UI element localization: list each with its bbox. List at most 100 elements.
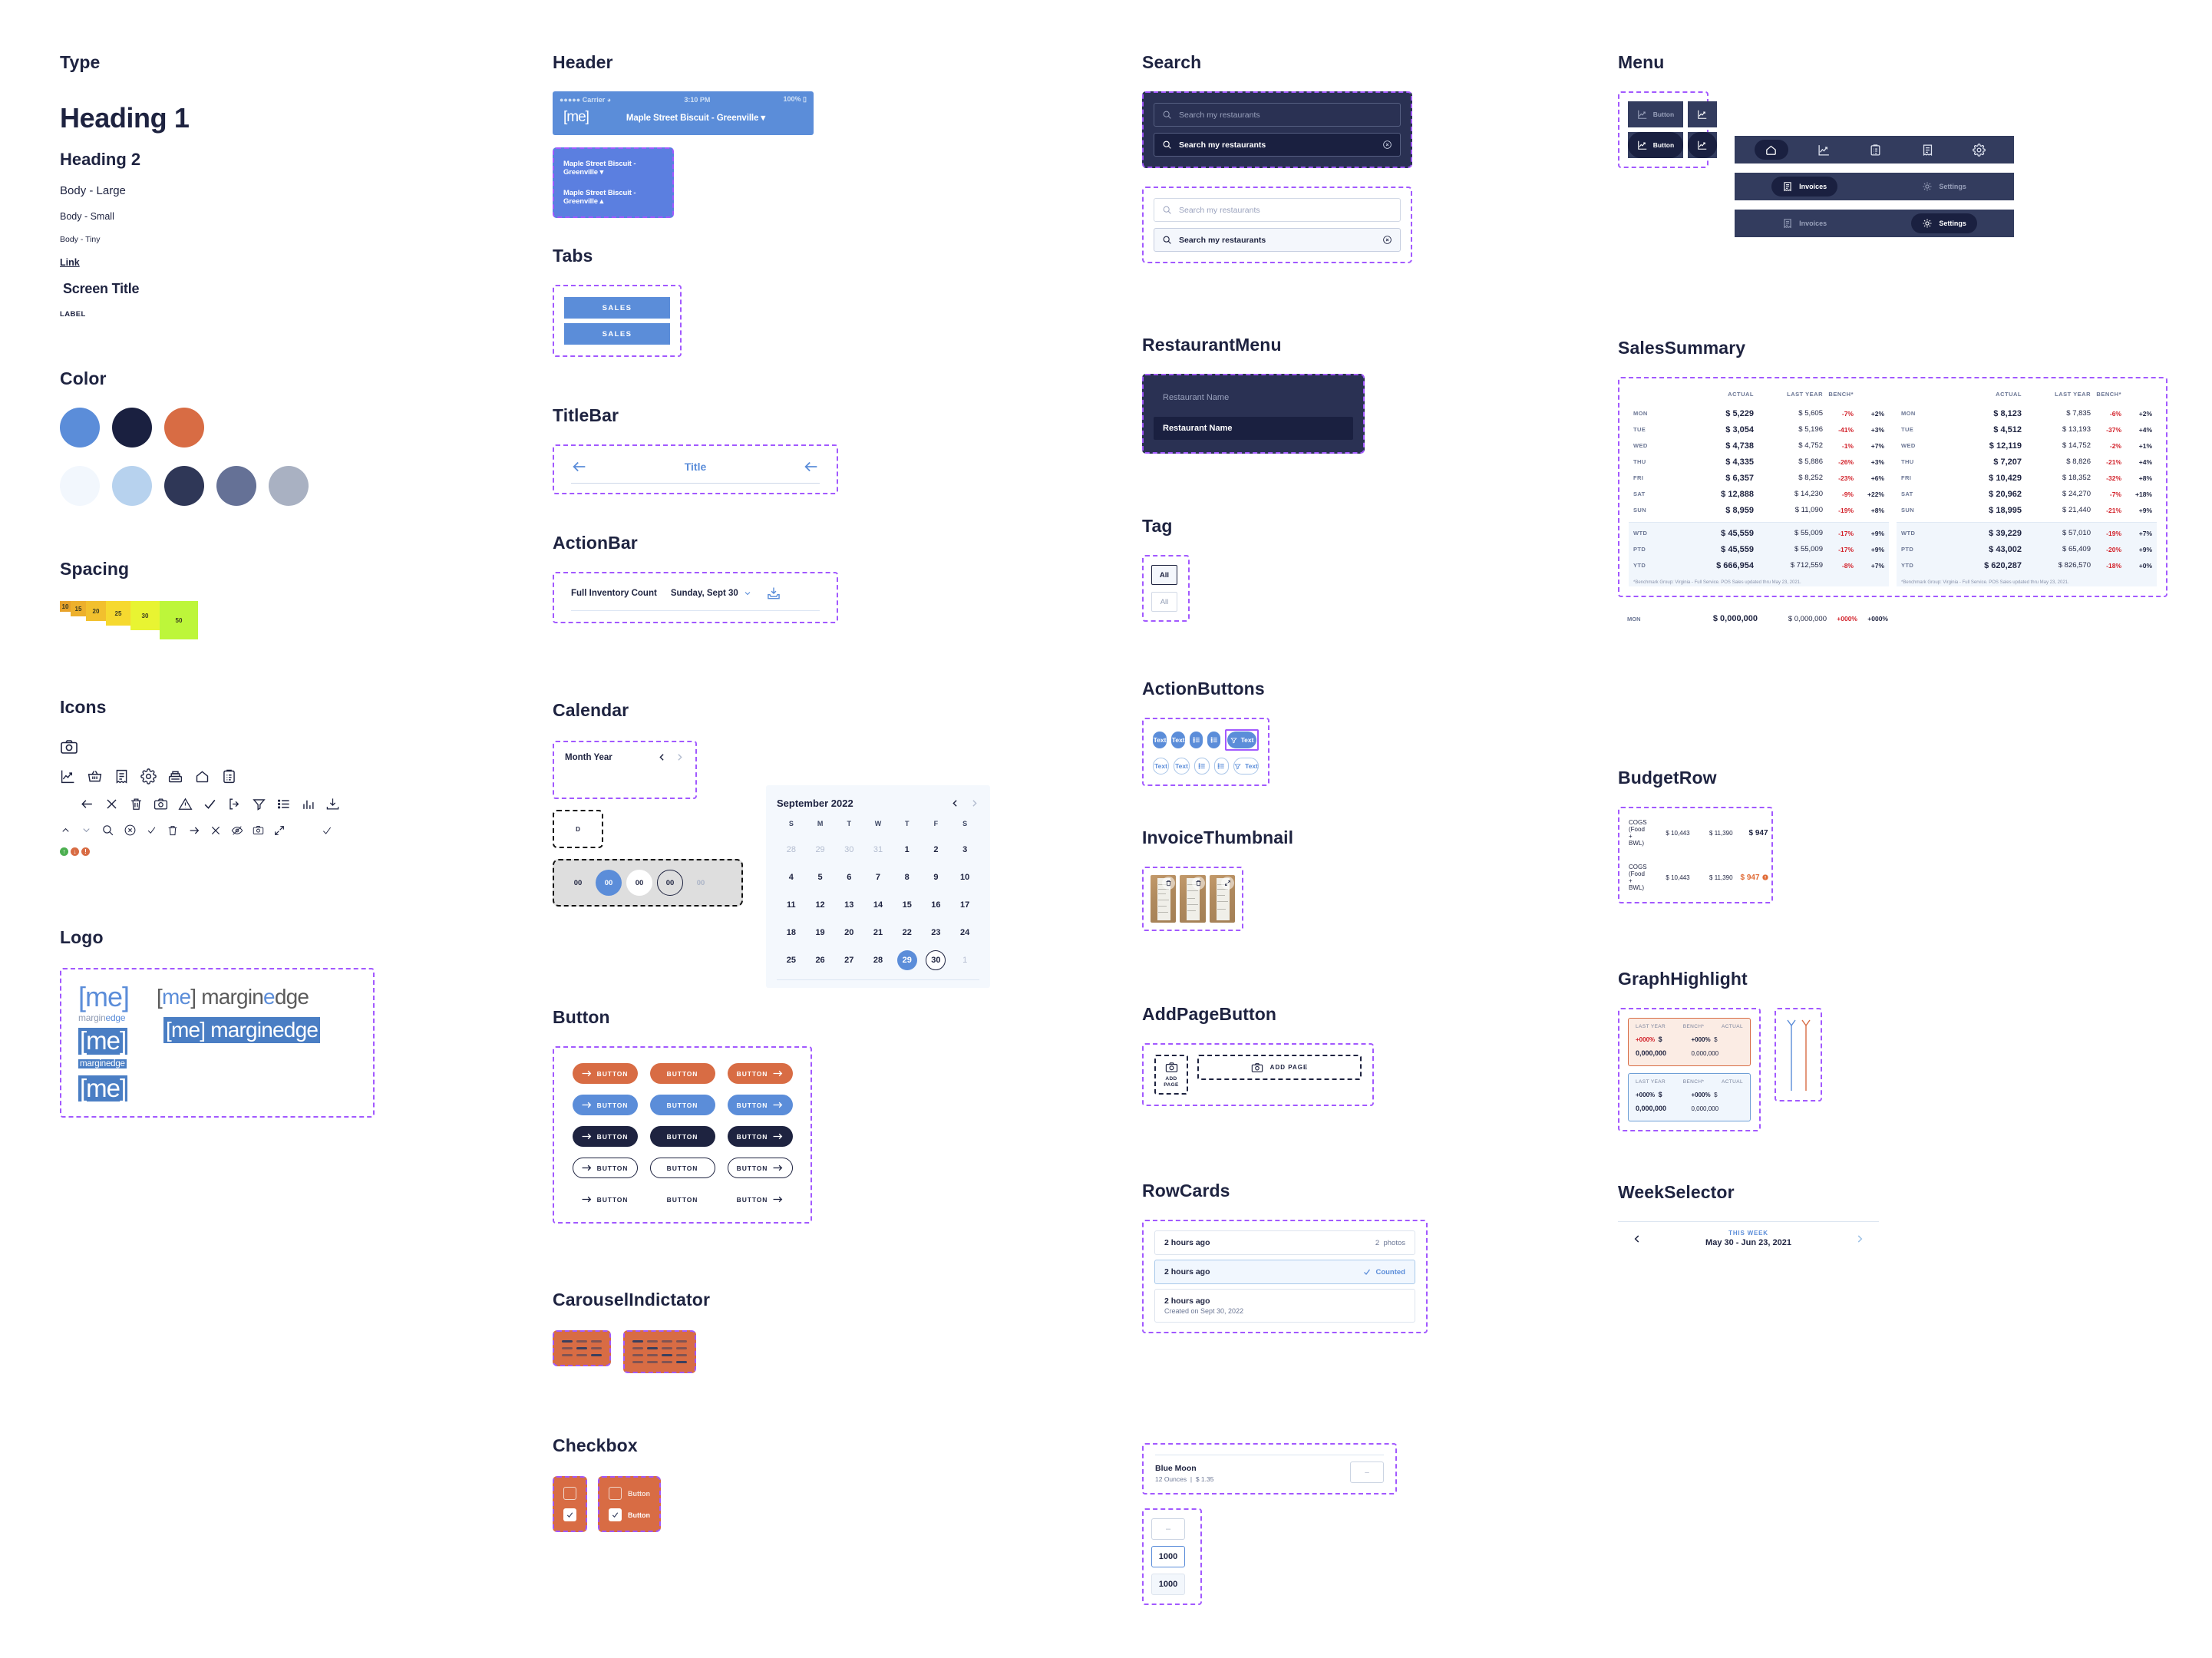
calendar-day[interactable]: 2 <box>922 840 951 860</box>
menu-item-settings-inactive[interactable]: Settings <box>1911 177 1977 197</box>
tag-selected[interactable]: All <box>1151 565 1177 585</box>
calendar-day[interactable]: 27 <box>834 950 863 970</box>
tag-default[interactable]: All <box>1151 592 1177 612</box>
calendar-day-selected[interactable]: 00 <box>596 870 622 896</box>
checkbox-checked[interactable] <box>563 1508 576 1521</box>
calendar-day[interactable]: 30 <box>834 840 863 860</box>
menu-item-home[interactable] <box>1754 140 1788 160</box>
calendar-day[interactable]: 31 <box>863 840 893 860</box>
menu-icon-active[interactable] <box>1688 132 1717 158</box>
menu-item-settings[interactable] <box>1963 140 1994 160</box>
graph-highlight-card-negative[interactable]: LAST YEAR BENCH* ACTUAL +000% $ 0,000,00… <box>1628 1018 1751 1066</box>
add-page-square-button[interactable]: ADD PAGE <box>1154 1055 1188 1095</box>
restaurant-menu-item-selected[interactable]: Restaurant Name <box>1154 417 1353 440</box>
action-button-text-outline[interactable]: Text <box>1153 758 1170 775</box>
clear-circle-icon[interactable] <box>1382 140 1392 150</box>
calendar-day[interactable]: 22 <box>893 923 922 943</box>
action-button-filter-outline[interactable]: Text <box>1233 758 1259 775</box>
menu-item-orders[interactable] <box>1860 140 1891 160</box>
menu-button-inactive-labeled[interactable]: Button <box>1628 101 1683 127</box>
calendar-day[interactable]: 20 <box>834 923 863 943</box>
menu-button-active-labeled[interactable]: Button <box>1628 132 1683 158</box>
invoice-expand-badge[interactable] <box>1220 877 1234 890</box>
download-inbox-icon[interactable] <box>766 586 781 601</box>
button-plain-arrow-right[interactable]: BUTTON <box>728 1189 793 1210</box>
calendar-day[interactable]: 29 <box>806 840 835 860</box>
search-input-dark-filled[interactable]: Search my restaurants <box>1154 133 1401 157</box>
row-card-selected[interactable]: 2 hours ago Counted <box>1154 1260 1415 1284</box>
invoice-delete-badge[interactable] <box>1162 877 1176 890</box>
calendar-day[interactable]: 15 <box>893 895 922 915</box>
menu-item-invoices-active[interactable]: Invoices <box>1771 177 1838 197</box>
action-button-text-solid-2[interactable]: Text <box>1171 732 1186 748</box>
button-plain[interactable]: BUTTON <box>650 1189 715 1210</box>
invoice-thumbnail[interactable] <box>1180 875 1206 923</box>
checkbox-checked-labeled[interactable]: Button <box>609 1508 650 1521</box>
back-arrow-icon[interactable] <box>571 458 588 475</box>
calendar-day[interactable]: 4 <box>777 867 806 887</box>
quantity-input-filled[interactable]: 1000 <box>1151 1574 1185 1595</box>
chevron-left-icon[interactable] <box>1632 1234 1642 1244</box>
menu-icon-inactive[interactable] <box>1688 101 1717 127</box>
menu-item-settings-active[interactable]: Settings <box>1911 213 1977 233</box>
calendar-day[interactable]: 19 <box>806 923 835 943</box>
calendar-day[interactable]: 1 <box>893 840 922 860</box>
row-card[interactable]: 2 hours ago 2 photos <box>1154 1230 1415 1255</box>
calendar-day[interactable]: 14 <box>863 895 893 915</box>
tab-sales-alt[interactable]: SALES <box>564 323 670 345</box>
chevron-right-icon[interactable] <box>675 752 685 762</box>
button-navy-arrow-right[interactable]: BUTTON <box>727 1126 793 1147</box>
action-button-list-solid-2[interactable] <box>1207 732 1220 748</box>
menu-item-invoices[interactable] <box>1912 140 1943 160</box>
button-blue-arrow-right[interactable]: BUTTON <box>727 1095 793 1115</box>
calendar-day[interactable]: 28 <box>863 950 893 970</box>
button-plain-arrow-left[interactable]: BUTTON <box>573 1189 638 1210</box>
calendar-day[interactable]: 8 <box>893 867 922 887</box>
chevron-right-icon[interactable] <box>1854 1234 1865 1244</box>
calendar-day[interactable]: 5 <box>806 867 835 887</box>
calendar-day[interactable]: 1 <box>950 950 979 970</box>
action-button-list-outline-2[interactable] <box>1213 758 1230 775</box>
checkbox-unchecked-labeled[interactable]: Button <box>609 1487 650 1500</box>
row-card-with-subtitle[interactable]: 2 hours ago Created on Sept 30, 2022 <box>1154 1289 1415 1323</box>
action-button-text-outline-2[interactable]: Text <box>1174 758 1190 775</box>
calendar-day[interactable]: 11 <box>777 895 806 915</box>
button-navy-arrow-left[interactable]: BUTTON <box>572 1126 638 1147</box>
budget-row[interactable]: COGS (Food + BWL) $ 10,443 $ 11,390 $ 94… <box>1629 819 1768 847</box>
add-page-wide-button[interactable]: ADD PAGE <box>1197 1055 1362 1080</box>
actionbar-date-picker[interactable]: Sunday, Sept 30 <box>671 589 752 598</box>
quantity-input-focused[interactable]: 1000 <box>1151 1546 1185 1567</box>
calendar-day[interactable]: 3 <box>950 840 979 860</box>
chevron-right-icon[interactable] <box>969 798 979 808</box>
invoice-thumbnail[interactable] <box>1209 875 1235 923</box>
calendar-day[interactable]: 25 <box>777 950 806 970</box>
calendar-day[interactable]: 24 <box>950 923 979 943</box>
calendar-day[interactable]: 6 <box>834 867 863 887</box>
calendar-day[interactable]: 29 <box>893 950 922 970</box>
calendar-day[interactable]: 7 <box>863 867 893 887</box>
search-input-light-filled[interactable]: Search my restaurants <box>1154 228 1401 252</box>
search-input-dark-empty[interactable]: Search my restaurants <box>1154 103 1401 127</box>
graph-highlight-card-positive[interactable]: LAST YEAR BENCH* ACTUAL +000% $ 0,000,00… <box>1628 1073 1751 1121</box>
calendar-day[interactable]: 16 <box>922 895 951 915</box>
calendar-day-hover[interactable]: 00 <box>626 870 652 896</box>
calendar-day[interactable]: 30 <box>922 950 951 970</box>
button-blue[interactable]: BUTTON <box>649 1095 715 1115</box>
button-ghost-arrow-right[interactable]: BUTTON <box>727 1158 793 1178</box>
checkbox-unchecked[interactable] <box>563 1487 576 1500</box>
calendar-day-today[interactable]: 00 <box>657 870 683 896</box>
calendar-day[interactable]: 26 <box>806 950 835 970</box>
calendar-day-default[interactable]: 00 <box>565 870 591 896</box>
button-orange[interactable]: BUTTON <box>649 1063 715 1084</box>
chevron-left-icon[interactable] <box>657 752 667 762</box>
action-button-list-solid[interactable] <box>1190 732 1203 748</box>
calendar-day[interactable]: 18 <box>777 923 806 943</box>
button-orange-arrow-right[interactable]: BUTTON <box>727 1063 793 1084</box>
button-orange-arrow-left[interactable]: BUTTON <box>572 1063 638 1084</box>
header-dropdown-open[interactable]: Maple Street Biscuit - Greenville ▴ <box>563 189 663 206</box>
button-navy[interactable]: BUTTON <box>649 1126 715 1147</box>
chevron-left-icon[interactable] <box>950 798 960 808</box>
invoice-delete-badge[interactable] <box>1191 877 1205 890</box>
item-quantity-input[interactable]: – <box>1350 1461 1384 1483</box>
back-arrow-icon-right[interactable] <box>803 458 820 475</box>
